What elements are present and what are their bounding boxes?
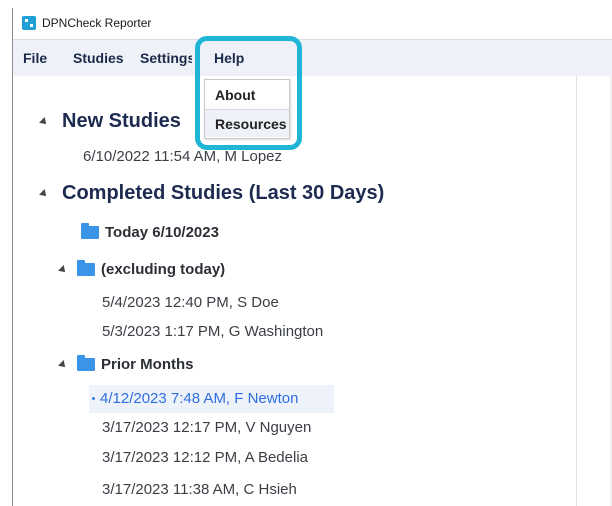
study-entry: 5/3/2023 1:17 PM, G Washington	[102, 323, 324, 340]
tree-group-completed-studies[interactable]: Completed Studies (Last 30 Days)	[39, 182, 385, 205]
expand-caret-icon[interactable]	[39, 188, 49, 199]
menu-file[interactable]: File	[23, 40, 47, 77]
tree-item[interactable]: 5/3/2023 1:17 PM, G Washington	[102, 323, 323, 340]
group-label-new-studies: New Studies	[62, 110, 181, 132]
menu-settings[interactable]: Settings	[140, 40, 192, 77]
tree-folder-today[interactable]: Today 6/10/2023	[81, 223, 219, 241]
title-bar: DPNCheck Reporter	[13, 8, 612, 38]
menu-studies[interactable]: Studies	[73, 40, 124, 77]
expand-caret-icon[interactable]	[58, 264, 68, 275]
tree-item[interactable]: 3/17/2023 12:12 PM, A Bedelia	[102, 449, 308, 466]
expand-caret-icon[interactable]	[58, 359, 68, 370]
study-entry: 3/17/2023 11:38 AM, C Hsieh	[102, 481, 297, 498]
group-label-completed-studies: Completed Studies (Last 30 Days)	[62, 182, 385, 204]
expand-caret-icon[interactable]	[39, 116, 49, 127]
folder-label-prior-months: Prior Months	[101, 356, 194, 373]
study-entry: 4/12/2023 7:48 AM, F Newton	[100, 390, 299, 407]
study-entry: 5/4/2023 12:40 PM, S Doe	[102, 294, 279, 311]
folder-label-excluding-today: (excluding today)	[101, 261, 226, 278]
app-window: DPNCheck Reporter File Studies Settings …	[0, 0, 612, 506]
tree-group-new-studies[interactable]: New Studies	[39, 110, 181, 133]
tree-folder-excluding-today[interactable]: (excluding today)	[58, 260, 226, 278]
folder-icon	[77, 260, 95, 276]
tree-item[interactable]: 6/10/2022 11:54 AM, M Lopez	[83, 148, 282, 165]
right-panel	[576, 76, 612, 506]
menu-bar: File Studies Settings Help	[13, 39, 612, 77]
selection-dot-icon	[92, 397, 95, 400]
folder-label-today: Today 6/10/2023	[105, 224, 219, 241]
tree-item[interactable]: 5/4/2023 12:40 PM, S Doe	[102, 294, 279, 311]
folder-icon	[77, 355, 95, 371]
window-title: DPNCheck Reporter	[42, 16, 152, 30]
study-entry: 6/10/2022 11:54 AM, M Lopez	[83, 148, 283, 165]
tree-item-selected[interactable]: 4/12/2023 7:48 AM, F Newton	[92, 390, 298, 407]
tree-folder-prior-months[interactable]: Prior Months	[58, 355, 194, 373]
study-entry: 3/17/2023 12:17 PM, V Nguyen	[102, 419, 312, 436]
app-icon	[22, 16, 36, 30]
folder-icon	[81, 223, 99, 239]
study-entry: 3/17/2023 12:12 PM, A Bedelia	[102, 449, 308, 466]
tree-item[interactable]: 3/17/2023 11:38 AM, C Hsieh	[102, 481, 297, 498]
callout-highlight	[195, 36, 302, 150]
tree-item[interactable]: 3/17/2023 12:17 PM, V Nguyen	[102, 419, 311, 436]
